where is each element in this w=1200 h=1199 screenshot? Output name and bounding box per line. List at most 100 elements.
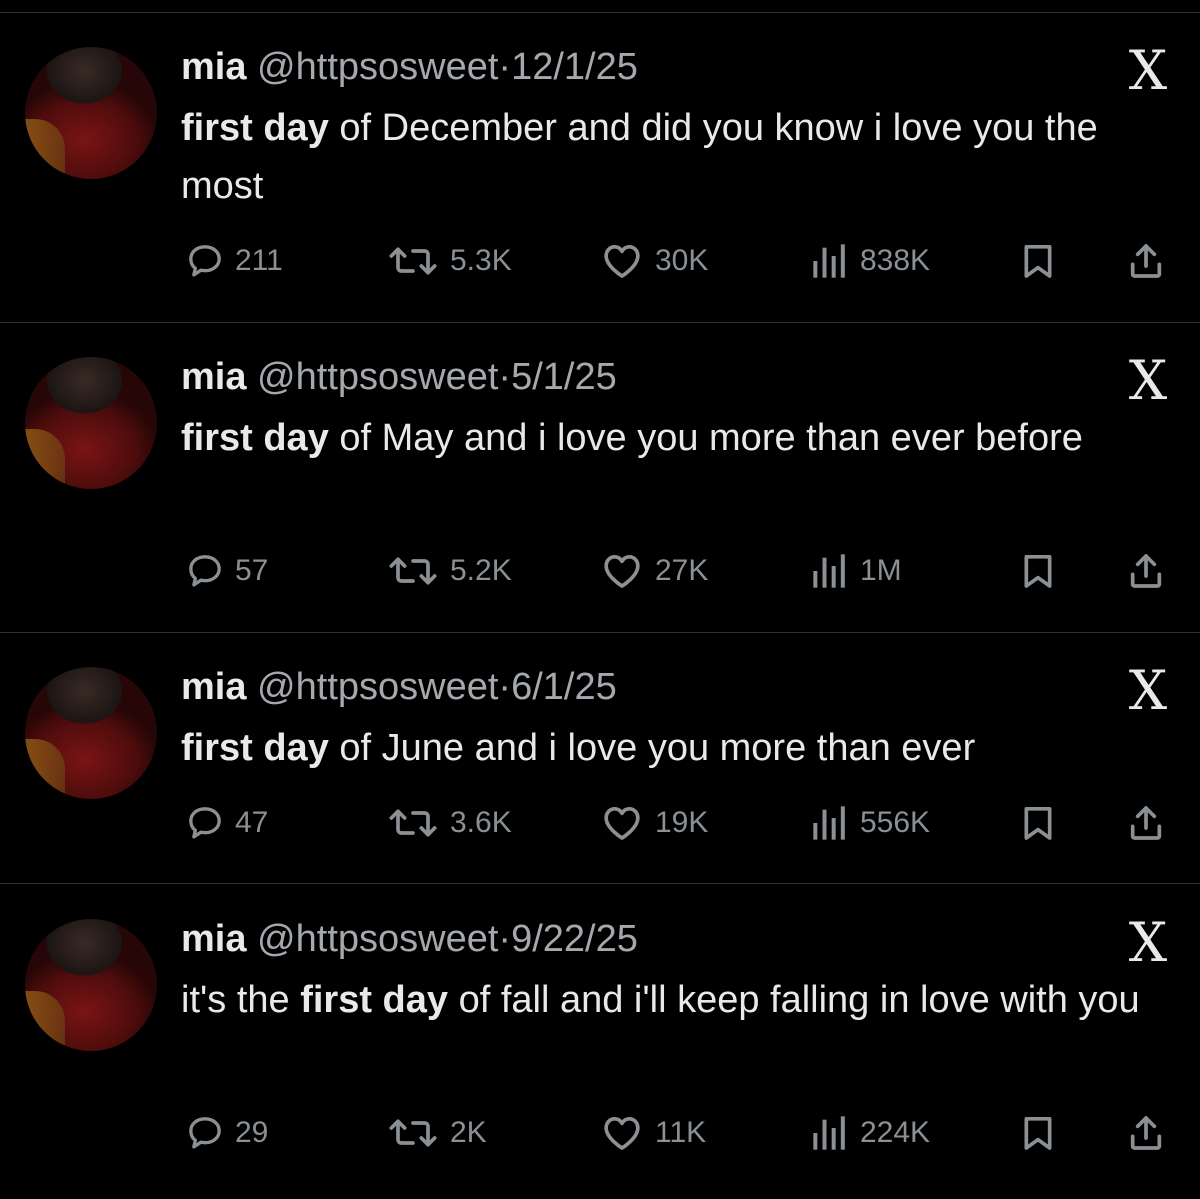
- views-button[interactable]: 556K: [810, 800, 930, 846]
- reply-button[interactable]: 211: [185, 238, 283, 284]
- like-count: 19K: [655, 806, 709, 839]
- view-count: 556K: [860, 806, 931, 839]
- bookmark-icon: [1024, 245, 1052, 278]
- tweet-date[interactable]: 5/1/25: [511, 356, 617, 398]
- reply-count: 57: [235, 554, 269, 587]
- tweet-header: mia @httpsosweet·9/22/25: [181, 917, 638, 961]
- tweet-date[interactable]: 6/1/25: [511, 666, 617, 708]
- share-icon: [1130, 244, 1162, 278]
- view-count: 1M: [860, 554, 902, 587]
- views-button[interactable]: 1M: [810, 548, 902, 594]
- bookmark-button[interactable]: [1018, 238, 1058, 284]
- tweet-text-bold: first day: [181, 727, 329, 769]
- reply-icon: [189, 555, 221, 587]
- view-count: 224K: [860, 1116, 931, 1149]
- tweet-text-rest: of fall and i'll keep falling in love wi…: [448, 979, 1140, 1021]
- views-icon: [813, 1116, 845, 1150]
- share-button[interactable]: [1126, 800, 1166, 846]
- repost-button[interactable]: 5.3K: [386, 238, 512, 284]
- share-icon: [1130, 1116, 1162, 1150]
- reply-icon: [189, 245, 221, 277]
- heart-icon: [604, 245, 640, 278]
- bookmark-button[interactable]: [1018, 800, 1058, 846]
- share-button[interactable]: [1126, 238, 1166, 284]
- repost-icon: [389, 809, 437, 837]
- like-button[interactable]: 27K: [599, 548, 708, 594]
- bookmark-button[interactable]: [1018, 548, 1058, 594]
- views-button[interactable]: 838K: [810, 238, 930, 284]
- repost-button[interactable]: 3.6K: [386, 800, 512, 846]
- reply-count: 211: [235, 244, 283, 277]
- reply-button[interactable]: 47: [185, 800, 268, 846]
- action-bar: 47 3.6K 19K 556K: [0, 800, 1200, 846]
- action-bar: 29 2K 11K 224K: [0, 1110, 1200, 1156]
- like-button[interactable]: 30K: [599, 238, 708, 284]
- tweet-text-rest: of June and i love you more than ever: [328, 727, 976, 769]
- separator-dot: ·: [498, 356, 512, 398]
- bookmark-icon: [1024, 555, 1052, 588]
- tweet-text: first day of December and did you know i…: [181, 99, 1156, 215]
- tweet-text: it's the first day of fall and i'll keep…: [181, 971, 1156, 1029]
- repost-count: 5.2K: [450, 554, 512, 587]
- reply-icon: [189, 1117, 221, 1149]
- display-name[interactable]: mia: [181, 356, 246, 398]
- repost-button[interactable]: 2K: [386, 1110, 487, 1156]
- tweet-date[interactable]: 12/1/25: [511, 46, 638, 88]
- reply-button[interactable]: 29: [185, 1110, 268, 1156]
- user-handle[interactable]: @httpsosweet: [257, 356, 498, 398]
- tweet-header: mia @httpsosweet·5/1/25: [181, 355, 617, 399]
- view-count: 838K: [860, 244, 931, 277]
- repost-icon: [389, 1119, 437, 1147]
- like-count: 30K: [655, 244, 709, 277]
- x-logo-icon: X: [1128, 349, 1168, 412]
- repost-count: 2K: [450, 1116, 487, 1149]
- like-count: 11K: [655, 1116, 707, 1149]
- repost-count: 3.6K: [450, 806, 512, 839]
- heart-icon: [604, 807, 640, 840]
- tweet-feed: mia @httpsosweet·12/1/25 X first day of …: [0, 0, 1200, 1199]
- views-button[interactable]: 224K: [810, 1110, 930, 1156]
- tweet-card[interactable]: mia @httpsosweet·9/22/25 X it's the firs…: [0, 884, 1200, 1199]
- avatar[interactable]: [25, 919, 157, 1051]
- tweet-card[interactable]: mia @httpsosweet·12/1/25 X first day of …: [0, 0, 1200, 322]
- display-name[interactable]: mia: [181, 666, 246, 708]
- views-icon: [813, 554, 845, 588]
- reply-button[interactable]: 57: [185, 548, 268, 594]
- tweet-text: first day of May and i love you more tha…: [181, 409, 1156, 467]
- share-button[interactable]: [1126, 1110, 1166, 1156]
- tweet-date[interactable]: 9/22/25: [511, 918, 638, 960]
- x-logo-icon: X: [1128, 659, 1168, 722]
- share-icon: [1130, 554, 1162, 588]
- user-handle[interactable]: @httpsosweet: [257, 666, 498, 708]
- like-button[interactable]: 11K: [599, 1110, 706, 1156]
- display-name[interactable]: mia: [181, 46, 246, 88]
- reply-icon: [189, 807, 221, 839]
- heart-icon: [604, 1117, 640, 1150]
- share-icon: [1130, 806, 1162, 840]
- bookmark-icon: [1024, 1117, 1052, 1150]
- avatar[interactable]: [25, 667, 157, 799]
- like-count: 27K: [655, 554, 709, 587]
- avatar[interactable]: [25, 357, 157, 489]
- user-handle[interactable]: @httpsosweet: [257, 46, 498, 88]
- repost-icon: [389, 247, 437, 275]
- repost-button[interactable]: 5.2K: [386, 548, 512, 594]
- separator-dot: ·: [498, 46, 512, 88]
- like-button[interactable]: 19K: [599, 800, 708, 846]
- share-button[interactable]: [1126, 548, 1166, 594]
- tweet-card[interactable]: mia @httpsosweet·5/1/25 X first day of M…: [0, 323, 1200, 632]
- action-bar: 57 5.2K 27K 1M: [0, 548, 1200, 594]
- tweet-text-bold: first day: [181, 107, 329, 149]
- user-handle[interactable]: @httpsosweet: [257, 918, 498, 960]
- display-name[interactable]: mia: [181, 918, 246, 960]
- tweet-header: mia @httpsosweet·6/1/25: [181, 665, 617, 709]
- views-icon: [813, 244, 845, 278]
- views-icon: [813, 806, 845, 840]
- tweet-text-rest: of May and i love you more than ever bef…: [328, 417, 1083, 459]
- separator-dot: ·: [498, 918, 512, 960]
- avatar[interactable]: [25, 47, 157, 179]
- tweet-text-bold: first day: [300, 979, 449, 1021]
- bookmark-button[interactable]: [1018, 1110, 1058, 1156]
- tweet-card[interactable]: mia @httpsosweet·6/1/25 X first day of J…: [0, 633, 1200, 883]
- repost-count: 5.3K: [450, 244, 512, 277]
